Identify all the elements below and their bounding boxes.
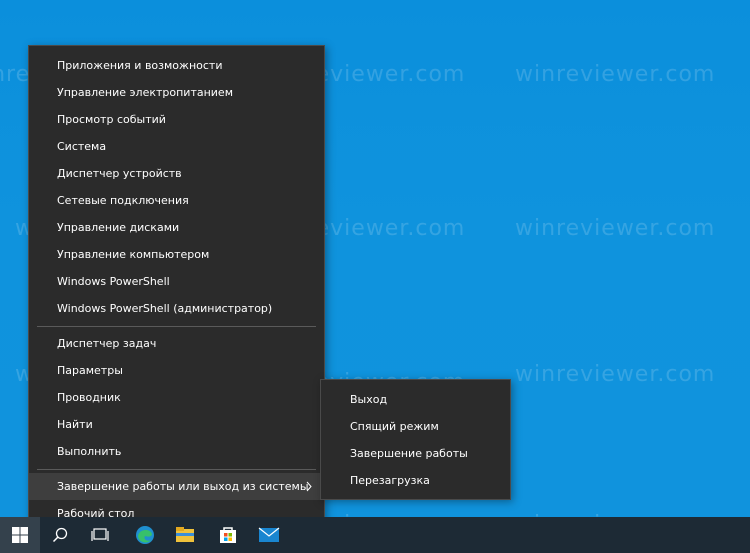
menu-item-label: Завершение работы или выход из системы (57, 480, 309, 493)
menu-item-powershell[interactable]: Windows PowerShell (29, 268, 324, 295)
submenu-item-shutdown[interactable]: Завершение работы (321, 440, 510, 467)
menu-separator (37, 326, 316, 327)
menu-item-event-viewer[interactable]: Просмотр событий (29, 106, 324, 133)
submenu-item-sign-out[interactable]: Выход (321, 386, 510, 413)
taskbar-mail[interactable] (249, 517, 289, 553)
menu-item-device-manager[interactable]: Диспетчер устройств (29, 160, 324, 187)
menu-item-power-options[interactable]: Управление электропитанием (29, 79, 324, 106)
menu-item-settings[interactable]: Параметры (29, 357, 324, 384)
watermark: winreviewer.com (515, 362, 716, 387)
menu-item-computer-management[interactable]: Управление компьютером (29, 241, 324, 268)
menu-item-apps-features[interactable]: Приложения и возможности (29, 52, 324, 79)
menu-item-run[interactable]: Выполнить (29, 438, 324, 465)
store-icon (220, 527, 236, 543)
taskbar-file-explorer[interactable] (165, 517, 205, 553)
submenu-item-sleep[interactable]: Спящий режим (321, 413, 510, 440)
menu-item-shutdown-signout[interactable]: Завершение работы или выход из системы (29, 473, 324, 500)
menu-item-task-manager[interactable]: Диспетчер задач (29, 330, 324, 357)
submenu-item-restart[interactable]: Перезагрузка (321, 467, 510, 494)
mail-icon (258, 527, 280, 542)
taskbar-edge[interactable] (125, 517, 165, 553)
taskbar-store[interactable] (208, 517, 248, 553)
winx-context-menu: Приложения и возможности Управление элек… (28, 45, 325, 528)
windows-start-icon (12, 527, 28, 543)
menu-item-file-explorer[interactable]: Проводник (29, 384, 324, 411)
search-icon (52, 527, 68, 543)
chevron-right-icon (306, 481, 312, 492)
edge-icon (136, 526, 154, 544)
menu-item-search[interactable]: Найти (29, 411, 324, 438)
watermark: winreviewer.com (515, 216, 716, 241)
menu-item-powershell-admin[interactable]: Windows PowerShell (администратор) (29, 295, 324, 322)
start-button[interactable] (0, 517, 40, 553)
shutdown-submenu: Выход Спящий режим Завершение работы Пер… (320, 379, 511, 500)
menu-item-network[interactable]: Сетевые подключения (29, 187, 324, 214)
task-view-icon (91, 528, 109, 541)
search-button[interactable] (40, 517, 80, 553)
menu-separator (37, 469, 316, 470)
file-explorer-icon (176, 527, 194, 542)
menu-item-disk-management[interactable]: Управление дисками (29, 214, 324, 241)
menu-item-system[interactable]: Система (29, 133, 324, 160)
task-view-button[interactable] (80, 517, 120, 553)
taskbar (0, 517, 750, 553)
watermark: winreviewer.com (515, 62, 716, 87)
